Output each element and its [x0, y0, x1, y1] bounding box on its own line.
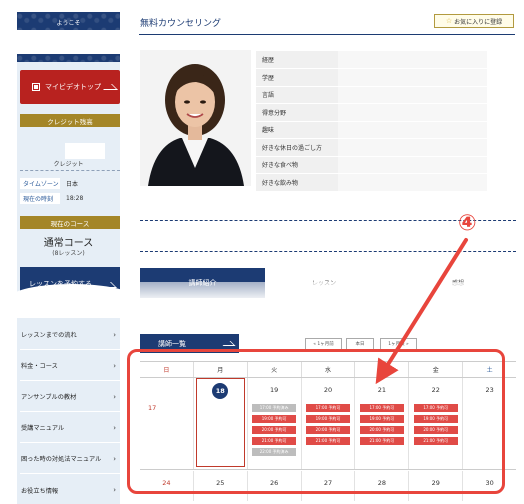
annotation-arrow-icon — [375, 238, 468, 385]
annotation-step-number: ④ — [458, 211, 477, 236]
